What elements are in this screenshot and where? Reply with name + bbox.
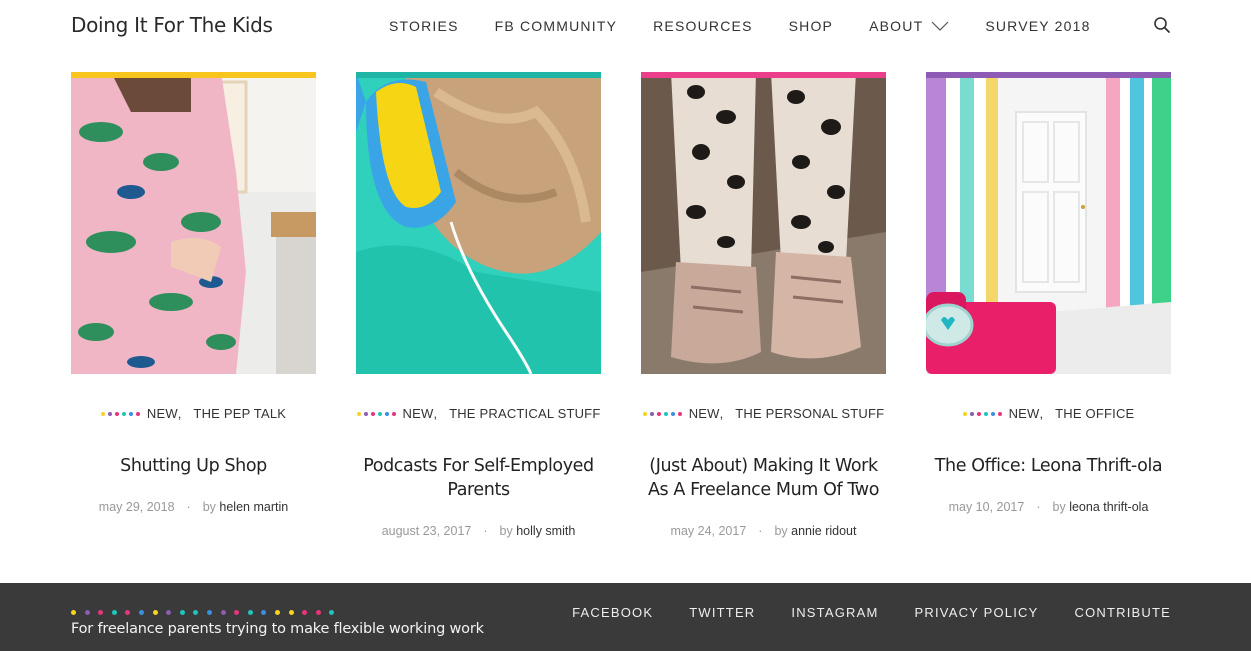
footer-link-twitter[interactable]: TWITTER (689, 605, 755, 620)
post-card: NEW, THE PRACTICAL STUFF Podcasts For Se… (356, 72, 601, 538)
pregnant-woman-floral-dress-image (71, 72, 316, 374)
color-dots-icon (962, 411, 1002, 416)
post-title[interactable]: Shutting Up Shop (71, 454, 316, 478)
post-title[interactable]: Podcasts For Self-Employed Parents (356, 454, 601, 502)
footer-link-instagram[interactable]: INSTAGRAM (791, 605, 878, 620)
post-title[interactable]: (Just About) Making It Work As A Freelan… (641, 454, 886, 502)
post-image[interactable] (356, 72, 601, 374)
nav-about[interactable]: ABOUT (869, 18, 949, 34)
category-link[interactable]: THE OFFICE (1055, 406, 1134, 421)
category-color-bar (356, 72, 601, 78)
post-meta: may 10, 2017 · by leona thrift-ola (948, 500, 1149, 514)
nav-survey-2018[interactable]: SURVEY 2018 (985, 18, 1090, 34)
post-categories: NEW, THE OFFICE (926, 406, 1171, 421)
color-dots-icon (642, 411, 682, 416)
post-image[interactable] (641, 72, 886, 374)
main-nav: STORIES FB COMMUNITY RESOURCES SHOP ABOU… (389, 18, 1127, 34)
post-card: NEW, THE PERSONAL STUFF (Just About) Mak… (641, 72, 886, 538)
footer-nav: FACEBOOK TWITTER INSTAGRAM PRIVACY POLIC… (536, 605, 1171, 620)
category-link[interactable]: NEW (403, 406, 434, 421)
post-image[interactable] (926, 72, 1171, 374)
post-meta: may 24, 2017 · by annie ridout (670, 524, 857, 538)
post-author[interactable]: holly smith (516, 524, 575, 538)
chevron-down-icon (931, 21, 949, 31)
post-date: august 23, 2017 (381, 524, 472, 538)
footer-link-privacy-policy[interactable]: PRIVACY POLICY (915, 605, 1039, 620)
search-icon[interactable] (1153, 16, 1171, 34)
footer-link-contribute[interactable]: CONTRIBUTE (1075, 605, 1172, 620)
color-dots-icon (356, 411, 396, 416)
rainbow-stripe-office-image (926, 72, 1171, 374)
post-title[interactable]: The Office: Leona Thrift-ola (926, 454, 1171, 478)
post-meta: august 23, 2017 · by holly smith (381, 524, 576, 538)
category-link[interactable]: NEW (1009, 406, 1040, 421)
post-author[interactable]: helen martin (219, 500, 288, 514)
category-link[interactable]: NEW (147, 406, 178, 421)
color-dots-icon (100, 411, 140, 416)
nav-shop[interactable]: SHOP (789, 18, 833, 34)
color-dots-icon (71, 610, 335, 615)
category-link[interactable]: NEW (689, 406, 720, 421)
post-date: may 10, 2017 (948, 500, 1025, 514)
post-card: NEW, THE OFFICE The Office: Leona Thrift… (926, 72, 1171, 514)
site-logo[interactable]: Doing It For The Kids (71, 13, 273, 37)
category-color-bar (71, 72, 316, 78)
footer-link-facebook[interactable]: FACEBOOK (572, 605, 653, 620)
nav-about-label: ABOUT (869, 18, 924, 34)
category-link[interactable]: THE PRACTICAL STUFF (449, 406, 600, 421)
post-categories: NEW, THE PRACTICAL STUFF (356, 406, 601, 421)
post-card: NEW, THE PEP TALK Shutting Up Shop may 2… (71, 72, 316, 514)
post-date: may 24, 2017 (670, 524, 747, 538)
site-header: Doing It For The Kids STORIES FB COMMUNI… (0, 0, 1251, 56)
category-link[interactable]: THE PEP TALK (193, 406, 286, 421)
leopard-leggings-shoes-image (641, 72, 886, 374)
post-image[interactable] (71, 72, 316, 374)
post-categories: NEW, THE PEP TALK (71, 406, 316, 421)
category-color-bar (641, 72, 886, 78)
child-headphones-image (356, 72, 601, 374)
post-author[interactable]: leona thrift-ola (1069, 500, 1148, 514)
footer-tagline: For freelance parents trying to make fle… (71, 621, 484, 637)
site-footer: For freelance parents trying to make fle… (0, 583, 1251, 651)
nav-resources[interactable]: RESOURCES (653, 18, 752, 34)
post-categories: NEW, THE PERSONAL STUFF (641, 406, 886, 421)
nav-fb-community[interactable]: FB COMMUNITY (495, 18, 618, 34)
post-meta: may 29, 2018 · by helen martin (98, 500, 289, 514)
nav-stories[interactable]: STORIES (389, 18, 459, 34)
post-date: may 29, 2018 (98, 500, 175, 514)
category-color-bar (926, 72, 1171, 78)
post-author[interactable]: annie ridout (791, 524, 856, 538)
category-link[interactable]: THE PERSONAL STUFF (735, 406, 884, 421)
